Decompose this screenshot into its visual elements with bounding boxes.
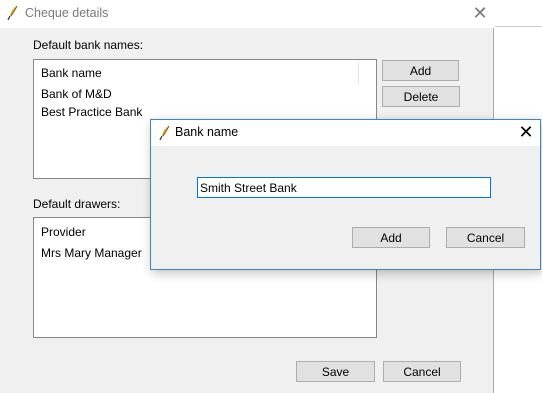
close-icon[interactable]: ✕ [518, 123, 534, 141]
close-icon[interactable]: ✕ [472, 4, 488, 22]
quill-pen-icon [158, 125, 172, 141]
provider-column-header[interactable]: Provider [41, 225, 86, 239]
bank-name-column-header[interactable]: Bank name [41, 66, 102, 80]
window-titlebar: Cheque details ✕ [0, 0, 494, 28]
window-title: Cheque details [25, 6, 109, 20]
dialog-title: Bank name [175, 125, 239, 139]
cancel-button[interactable]: Cancel [383, 361, 461, 382]
dialog-add-button[interactable]: Add [352, 227, 430, 248]
list-item[interactable]: Mrs Mary Manager [41, 246, 142, 260]
bank-name-input[interactable] [197, 177, 491, 198]
column-separator [358, 62, 359, 84]
list-item[interactable]: Best Practice Bank [41, 105, 142, 119]
delete-bank-button[interactable]: Delete [382, 86, 460, 107]
quill-pen-icon [6, 5, 20, 21]
save-button[interactable]: Save [296, 361, 375, 382]
bank-name-dialog: Bank name ✕ Add Cancel [150, 119, 541, 270]
list-item[interactable]: Bank of M&D [41, 87, 112, 101]
background-divider [495, 26, 542, 27]
add-bank-button[interactable]: Add [382, 60, 459, 81]
dialog-cancel-button[interactable]: Cancel [446, 227, 525, 248]
bank-names-label: Default bank names: [33, 38, 144, 52]
dialog-titlebar: Bank name ✕ [151, 120, 540, 146]
drawers-label: Default drawers: [33, 197, 121, 211]
